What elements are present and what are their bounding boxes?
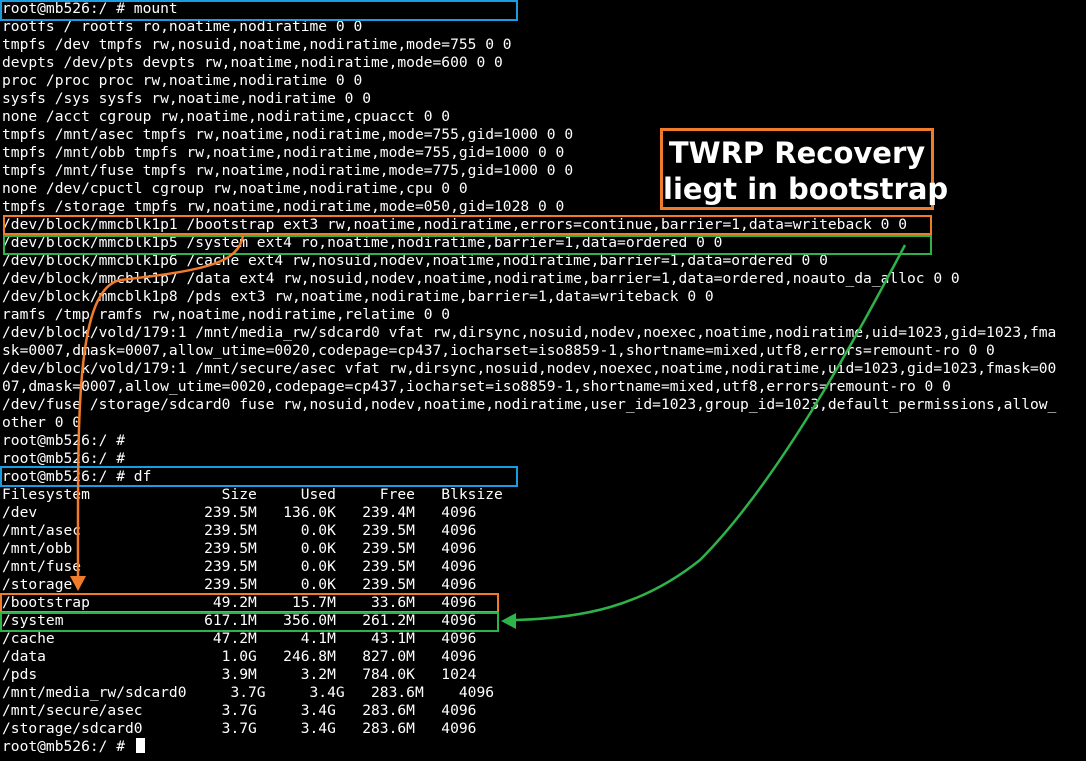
terminal-line: rootfs / rootfs ro,noatime,nodiratime 0 …: [2, 18, 363, 35]
terminal-line-prompt: root@mb526:/ #: [2, 450, 126, 467]
terminal-line: /dev/fuse /storage/sdcard0 fuse rw,nosui…: [2, 396, 1057, 413]
terminal-line: sysfs /sys sysfs rw,noatime,nodiratime 0…: [2, 90, 372, 107]
df-row-bootstrap: /bootstrap 49.2M 15.7M 33.6M 4096: [2, 594, 477, 611]
df-row: /data 1.0G 246.8M 827.0M 4096: [2, 648, 477, 665]
terminal-line: /dev/block/mmcblk1p7 /data ext4 rw,nosui…: [2, 270, 960, 287]
df-row: /storage/sdcard0 3.7G 3.4G 283.6M 4096: [2, 720, 477, 737]
terminal-line: tmpfs /dev tmpfs rw,nosuid,noatime,nodir…: [2, 36, 512, 53]
terminal-line: /dev/block/mmcblk1p6 /cache ext4 rw,nosu…: [2, 252, 828, 269]
terminal-line-bootstrap-mount: /dev/block/mmcblk1p1 /bootstrap ext3 rw,…: [2, 216, 907, 233]
terminal-window[interactable]: root@mb526:/ # mount rootfs / rootfs ro,…: [0, 0, 1086, 761]
text-cursor: [135, 738, 145, 753]
terminal-line: /dev/block/vold/179:1 /mnt/secure/asec v…: [2, 360, 1057, 377]
df-row: /pds 3.9M 3.2M 784.0K 1024: [2, 666, 477, 683]
df-header-row: Filesystem Size Used Free Blksize: [2, 486, 503, 503]
terminal-line-mount-command: root@mb526:/ # mount: [2, 0, 178, 17]
terminal-line: devpts /dev/pts devpts rw,noatime,nodira…: [2, 54, 503, 71]
callout-line-1: TWRP Recovery: [668, 136, 926, 170]
terminal-line: tmpfs /mnt/fuse tmpfs rw,noatime,nodirat…: [2, 162, 574, 179]
terminal-line: none /acct cgroup rw,noatime,nodiratime,…: [2, 108, 451, 125]
df-row-system: /system 617.1M 356.0M 261.2M 4096: [2, 612, 477, 629]
terminal-line: 07,dmask=0007,allow_utime=0020,codepage=…: [2, 378, 951, 395]
terminal-line-system-mount: /dev/block/mmcblk1p5 /system ext4 ro,noa…: [2, 234, 723, 251]
terminal-line-prompt: root@mb526:/ #: [2, 432, 126, 449]
prompt-text: root@mb526:/ #: [2, 738, 126, 755]
terminal-line: other 0 0: [2, 414, 82, 431]
df-row: /mnt/fuse 239.5M 0.0K 239.5M 4096: [2, 558, 477, 575]
df-row: /storage 239.5M 0.0K 239.5M 4096: [2, 576, 477, 593]
df-row: /mnt/obb 239.5M 0.0K 239.5M 4096: [2, 540, 477, 557]
terminal-line-df-command: root@mb526:/ # df: [2, 468, 152, 485]
df-row: /mnt/media_rw/sdcard0 3.7G 3.4G 283.6M 4…: [2, 684, 495, 701]
terminal-line: proc /proc proc rw,noatime,nodiratime 0 …: [2, 72, 363, 89]
terminal-line: /dev/block/mmcblk1p8 /pds ext3 rw,noatim…: [2, 288, 714, 305]
terminal-line: tmpfs /mnt/obb tmpfs rw,noatime,nodirati…: [2, 144, 565, 161]
df-row: /mnt/asec 239.5M 0.0K 239.5M 4096: [2, 522, 477, 539]
twrp-callout: TWRP Recovery liegt in bootstrap: [660, 128, 949, 210]
df-row: /cache 47.2M 4.1M 43.1M 4096: [2, 630, 477, 647]
terminal-line: none /dev/cpuctl cgroup rw,noatime,nodir…: [2, 180, 468, 197]
callout-line-2: liegt in bootstrap: [663, 172, 949, 206]
terminal-current-prompt[interactable]: root@mb526:/ #: [2, 738, 145, 756]
terminal-line: tmpfs /storage tmpfs rw,noatime,nodirati…: [2, 198, 565, 215]
df-row: /mnt/secure/asec 3.7G 3.4G 283.6M 4096: [2, 702, 477, 719]
terminal-line: ramfs /tmp ramfs rw,noatime,nodiratime,r…: [2, 306, 451, 323]
terminal-line: tmpfs /mnt/asec tmpfs rw,noatime,nodirat…: [2, 126, 574, 143]
df-row: /dev 239.5M 136.0K 239.4M 4096: [2, 504, 477, 521]
terminal-line: sk=0007,dmask=0007,allow_utime=0020,code…: [2, 342, 995, 359]
terminal-line: /dev/block/vold/179:1 /mnt/media_rw/sdca…: [2, 324, 1057, 341]
